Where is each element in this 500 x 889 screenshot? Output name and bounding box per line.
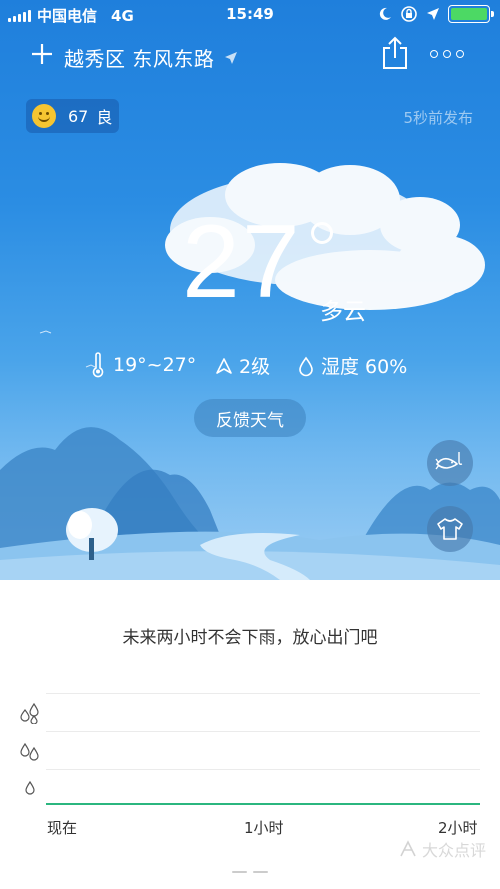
humidity: 湿度 60% (321, 356, 408, 378)
more-icon[interactable] (430, 50, 464, 58)
weather-details: 19°~27° 2级 湿度 60% (0, 352, 500, 382)
clothing-button[interactable] (427, 506, 473, 552)
aqi-value: 67 (68, 106, 89, 126)
humidity-item: 湿度 60% (297, 352, 407, 379)
watermark-text: 大众点评 (421, 841, 486, 860)
gridline-medium (46, 731, 480, 732)
precipitation-forecast: 未来两小时不会下雨，放心出门吧 (122, 628, 378, 648)
light-rain-icon (25, 780, 35, 795)
watermark: 大众点评 (398, 837, 486, 861)
aqi-badge[interactable]: 67 良 (26, 99, 119, 133)
location-title[interactable]: 越秀区 东风东路 (64, 43, 214, 72)
current-temperature: 27 (182, 204, 302, 320)
status-bar: 中国电信 4G 15:49 (0, 0, 500, 30)
degree-icon (311, 222, 333, 244)
heavy-rain-icon (20, 702, 39, 724)
x-label-1h: 1小时 (244, 819, 284, 837)
x-label-now: 现在 (47, 819, 78, 837)
location-arrow-icon (225, 52, 237, 64)
publish-time: 5秒前发布 (403, 109, 473, 127)
moderate-rain-icon (20, 742, 39, 761)
plus-icon[interactable] (30, 42, 54, 66)
tshirt-icon (437, 518, 463, 540)
chart-baseline (46, 803, 480, 805)
wind-level: 2级 (239, 356, 271, 378)
weather-hero: 中国电信 4G 15:49 越秀区 东风东路 67 良 5秒前发布 27 多云 (0, 0, 500, 580)
share-icon[interactable] (381, 36, 409, 70)
rotation-lock-icon (401, 6, 417, 22)
water-drop-icon (299, 356, 313, 376)
gridline-heavy (46, 693, 480, 694)
battery-icon (448, 5, 494, 23)
temp-range: 19°~27° (113, 354, 197, 376)
wind-item: 2级 (215, 352, 270, 379)
fishing-icon (435, 452, 463, 470)
moon-icon (379, 7, 391, 20)
weather-condition: 多云 (320, 299, 366, 325)
thermometer-icon (92, 352, 104, 378)
smiley-face-icon (32, 104, 56, 128)
fishing-button[interactable] (427, 440, 473, 486)
temp-range-item: 19°~27° (89, 352, 196, 378)
gridline-light (46, 769, 480, 770)
feedback-button[interactable]: 反馈天气 (194, 399, 306, 437)
location-arrow-icon (427, 8, 439, 20)
x-label-2h: 2小时 (438, 819, 478, 837)
app-header: 越秀区 东风东路 (0, 36, 500, 76)
wind-direction-icon (216, 357, 232, 374)
aqi-level: 良 (96, 108, 113, 127)
rain-chart: 现在 1小时 2小时 (0, 680, 500, 837)
dianping-logo-icon (400, 840, 416, 857)
page-indicator (232, 871, 268, 874)
